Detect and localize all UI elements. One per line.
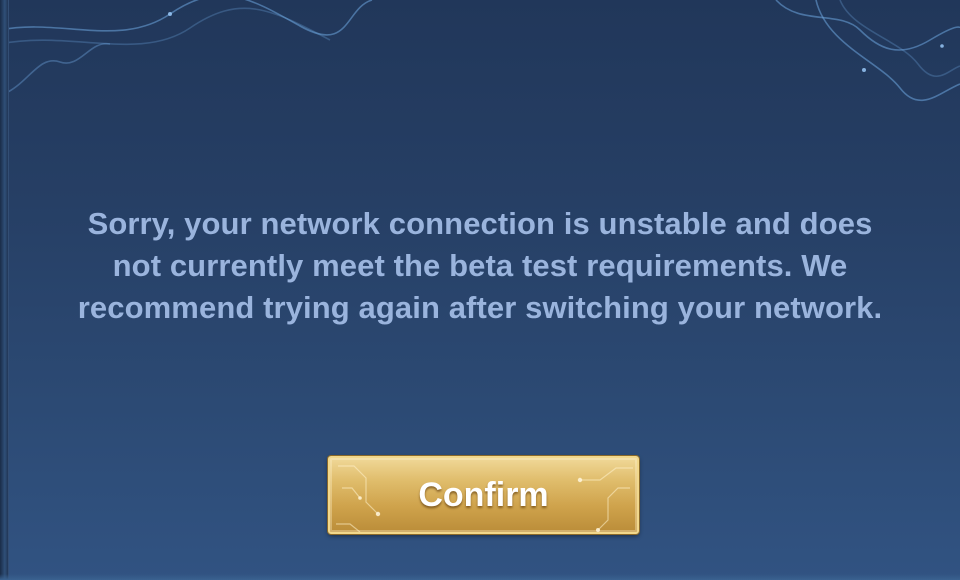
error-message-line: recommend trying again after switching y…	[77, 290, 883, 325]
confirm-button-label: Confirm	[418, 476, 549, 514]
error-message-line: not currently meet the beta test require…	[112, 248, 848, 283]
bottom-frame-border	[0, 574, 960, 580]
network-error-dialog: Sorry, your network connection is unstab…	[0, 0, 960, 580]
left-frame-border	[0, 0, 9, 580]
confirm-button[interactable]: Confirm	[328, 456, 639, 534]
error-message: Sorry, your network connection is unstab…	[30, 203, 930, 329]
error-message-line: Sorry, your network connection is unstab…	[87, 206, 873, 241]
